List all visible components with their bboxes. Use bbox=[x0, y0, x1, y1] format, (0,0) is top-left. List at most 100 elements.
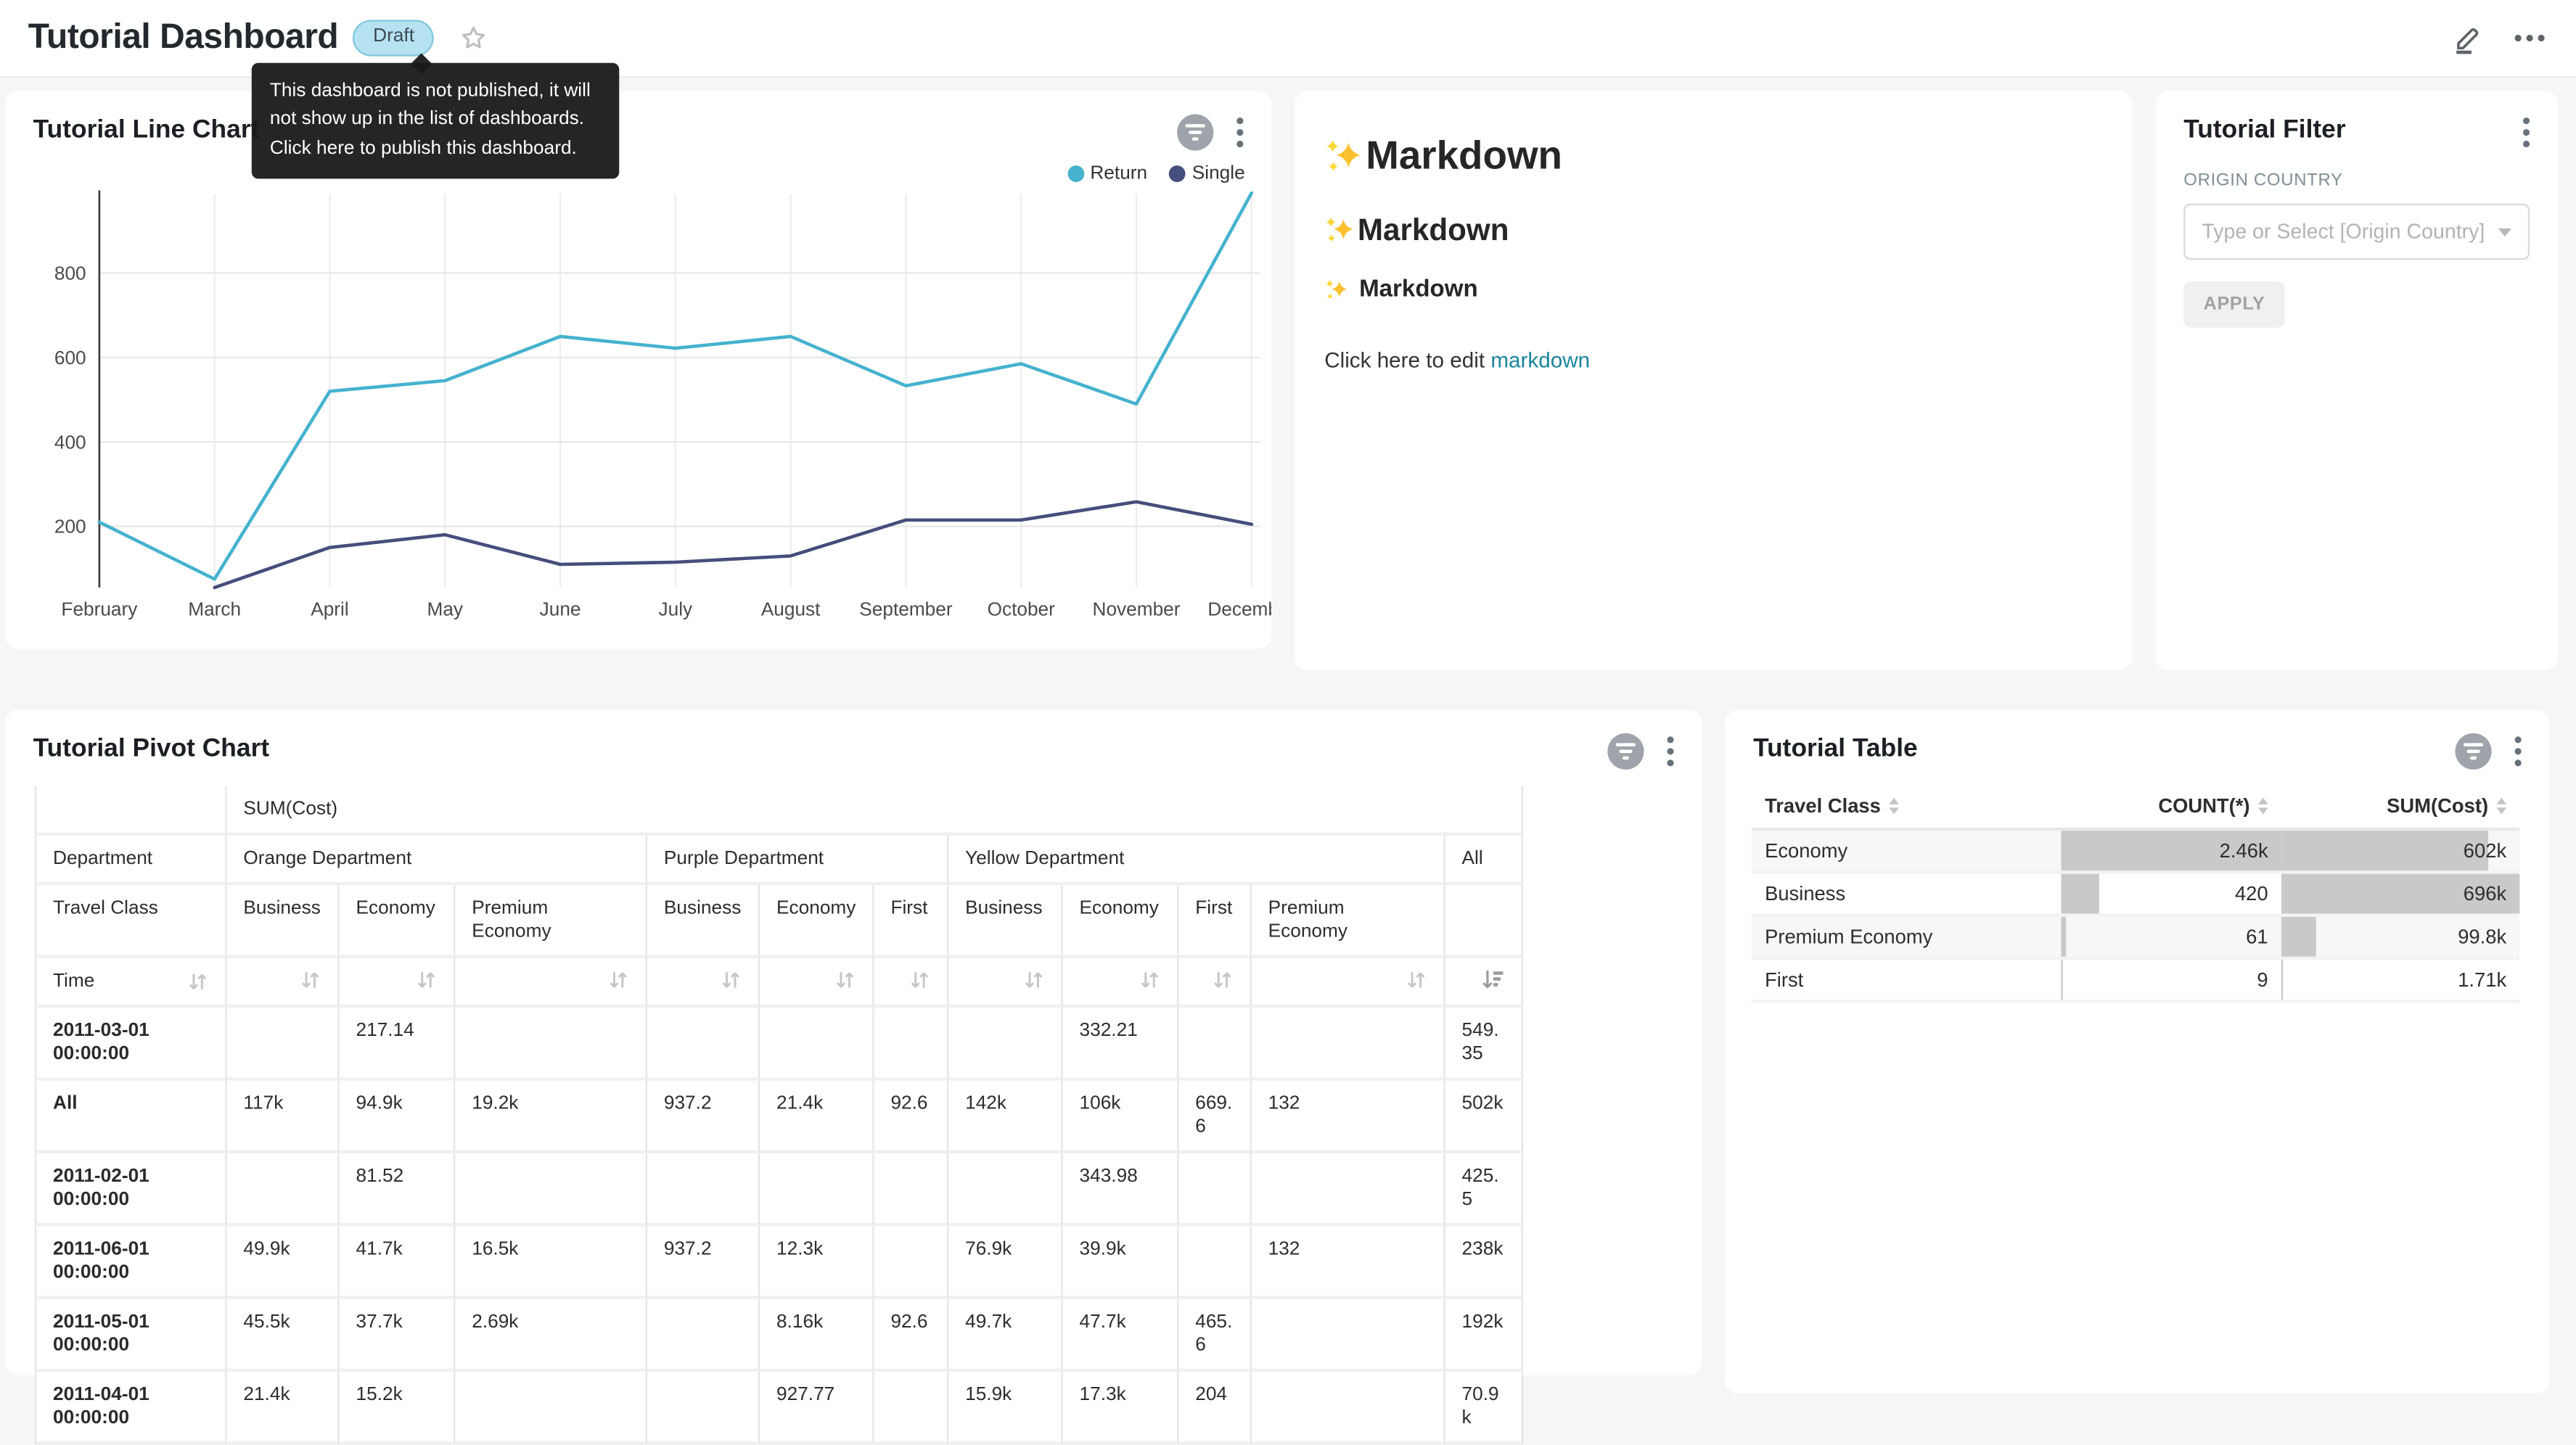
legend-item-return[interactable]: Return bbox=[1067, 164, 1147, 184]
pivot-cell: 8.16k bbox=[760, 1299, 874, 1372]
apply-filter-button[interactable]: APPLY bbox=[2183, 281, 2285, 328]
pivot-sort-cell-all bbox=[1445, 958, 1523, 1008]
pivot-cell: 76.9k bbox=[948, 1227, 1062, 1299]
draft-status-badge[interactable]: Draft bbox=[353, 20, 435, 56]
pivot-sort-cell bbox=[455, 958, 647, 1008]
pivot-cell bbox=[1252, 1008, 1445, 1080]
series-line-single bbox=[215, 502, 1252, 588]
legend-item-single[interactable]: Single bbox=[1169, 164, 1245, 184]
pivot-class-header: Business bbox=[948, 886, 1062, 958]
pivot-cell: 204 bbox=[1178, 1372, 1251, 1444]
chevron-down-icon bbox=[2498, 228, 2511, 236]
pivot-cell: 41.7k bbox=[340, 1227, 456, 1299]
sparkles-icon bbox=[1324, 137, 1364, 177]
count-value: 2.46k bbox=[2220, 839, 2281, 863]
pivot-time-label: Time bbox=[53, 970, 94, 993]
header-actions bbox=[2452, 22, 2548, 54]
edit-dashboard-icon[interactable] bbox=[2452, 22, 2483, 54]
chart-menu-icon[interactable] bbox=[1660, 733, 1680, 770]
sort-icon[interactable] bbox=[720, 970, 742, 992]
pivot-cell bbox=[227, 1008, 340, 1080]
sort-icon[interactable] bbox=[1139, 970, 1161, 992]
column-header-label: Travel Class bbox=[1765, 794, 1881, 818]
sort-icon[interactable] bbox=[834, 970, 856, 992]
sort-icon[interactable] bbox=[1406, 970, 1427, 992]
sort-icon[interactable] bbox=[187, 971, 209, 992]
x-axis-tick-label: October bbox=[988, 598, 1056, 620]
pivot-data-row: 2011-02-01 00:00:0081.52343.98425.5 bbox=[35, 1153, 1523, 1226]
sort-icon[interactable] bbox=[909, 970, 931, 992]
more-actions-icon[interactable] bbox=[2511, 31, 2548, 44]
chart-menu-icon[interactable] bbox=[2516, 114, 2536, 150]
sort-icon[interactable] bbox=[1212, 970, 1234, 992]
pivot-cell: 49.7k bbox=[948, 1299, 1062, 1372]
sort-icon[interactable] bbox=[1023, 970, 1045, 992]
pivot-cell bbox=[874, 1008, 949, 1080]
publish-tooltip[interactable]: This dashboard is not published, it will… bbox=[252, 63, 619, 178]
pivot-cell: 937.2 bbox=[647, 1081, 760, 1153]
sparkles-icon bbox=[1324, 277, 1349, 302]
sort-icon[interactable] bbox=[300, 970, 321, 992]
pivot-sort-cell bbox=[227, 958, 340, 1008]
sum-cell: 602k bbox=[2281, 831, 2520, 870]
dashboard-root: Tutorial Dashboard Draft This dashboard … bbox=[0, 0, 2576, 1400]
count-cell: 2.46k bbox=[2061, 831, 2281, 870]
pivot-travel-class-row: Travel ClassBusinessEconomyPremium Econo… bbox=[35, 886, 1523, 958]
page-title: Tutorial Dashboard bbox=[28, 18, 338, 58]
pivot-cell bbox=[1178, 1008, 1251, 1080]
legend-dot bbox=[1169, 165, 1186, 182]
pivot-cell: 15.9k bbox=[948, 1372, 1062, 1444]
card-tutorial-table: Tutorial Table Travel ClassCOUNT(*)SUM(C… bbox=[1725, 710, 2549, 1393]
pivot-cell bbox=[647, 1299, 760, 1372]
table-header-row: Travel Class COUNT(*) SUM(Cost) bbox=[1752, 784, 2520, 831]
favorite-star-icon[interactable] bbox=[459, 23, 489, 53]
pivot-class-header: First bbox=[874, 886, 949, 958]
y-axis-tick-label: 200 bbox=[54, 516, 86, 538]
origin-country-select[interactable]: Type or Select [Origin Country] bbox=[2183, 204, 2530, 260]
pivot-cell: 549.35 bbox=[1445, 1008, 1523, 1080]
column-header-travel-class[interactable]: Travel Class bbox=[1752, 794, 2062, 818]
pivot-cell bbox=[455, 1153, 647, 1226]
card-markdown[interactable]: Markdown Markdown bbox=[1295, 91, 2132, 670]
x-axis-tick-label: June bbox=[540, 598, 581, 620]
count-cell: 9 bbox=[2061, 960, 2281, 1000]
pivot-cell: 465.6 bbox=[1178, 1299, 1251, 1372]
pivot-cell: 106k bbox=[1063, 1081, 1179, 1153]
pivot-data-row: 2011-05-01 00:00:0045.5k37.7k2.69k8.16k9… bbox=[35, 1299, 1523, 1372]
applied-filters-icon[interactable] bbox=[1607, 733, 1644, 770]
travel-class-cell: Economy bbox=[1752, 831, 2062, 870]
column-header-label: COUNT(*) bbox=[2158, 794, 2249, 818]
pivot-cell: 94.9k bbox=[340, 1081, 456, 1153]
sort-icon[interactable] bbox=[607, 970, 629, 992]
pivot-cell: 45.5k bbox=[227, 1299, 340, 1372]
x-axis-tick-label: November bbox=[1093, 598, 1181, 620]
pivot-all-header: All bbox=[1445, 836, 1523, 885]
pivot-class-header: Business bbox=[227, 886, 340, 958]
travel-class-cell: Premium Economy bbox=[1752, 917, 2062, 957]
applied-filters-icon[interactable] bbox=[2455, 733, 2491, 770]
markdown-cta: Click here to edit markdown bbox=[1324, 347, 2102, 372]
pivot-sort-cell bbox=[340, 958, 456, 1008]
applied-filters-icon[interactable] bbox=[1177, 114, 1213, 150]
pivot-class-header bbox=[1445, 886, 1523, 958]
count-value: 420 bbox=[2235, 882, 2281, 905]
select-placeholder: Type or Select [Origin Country] bbox=[2202, 220, 2488, 243]
chart-menu-icon[interactable] bbox=[1230, 114, 1250, 150]
markdown-edit-link[interactable]: markdown bbox=[1490, 347, 1590, 372]
column-header-count[interactable]: COUNT(*) bbox=[2061, 794, 2281, 818]
card-tutorial-line-chart: Tutorial Line Chart ReturnSingle 2004006… bbox=[5, 91, 1271, 649]
chart-menu-icon[interactable] bbox=[2508, 733, 2527, 770]
travel-class-cell: Business bbox=[1752, 874, 2062, 914]
pivot-sort-cell bbox=[760, 958, 874, 1008]
column-header-sum-cost[interactable]: SUM(Cost) bbox=[2281, 794, 2520, 818]
pivot-cell: 238k bbox=[1445, 1227, 1523, 1299]
markdown-h1: Markdown bbox=[1324, 134, 2102, 181]
count-cell: 420 bbox=[2061, 874, 2281, 914]
pivot-class-header: Premium Economy bbox=[1252, 886, 1445, 958]
sort-descending-icon[interactable] bbox=[1482, 970, 1505, 992]
pivot-cell: 16.5k bbox=[455, 1227, 647, 1299]
sort-icon[interactable] bbox=[416, 970, 438, 992]
pivot-cell: 21.4k bbox=[227, 1372, 340, 1444]
pivot-cell: 21.4k bbox=[760, 1081, 874, 1153]
pivot-cell bbox=[874, 1227, 949, 1299]
